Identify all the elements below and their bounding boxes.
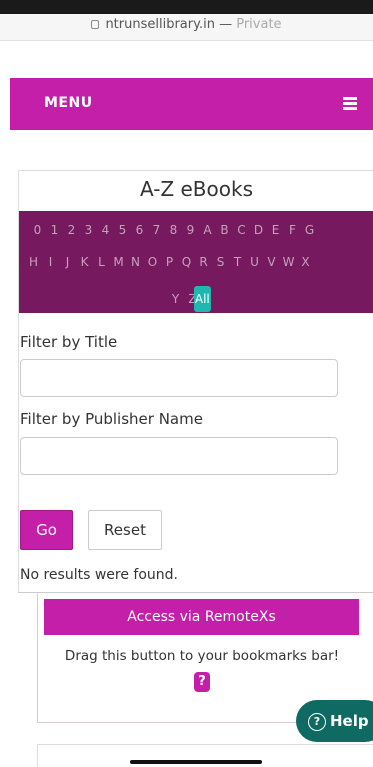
private-mode-label: Private [236, 17, 282, 32]
letter-link-3[interactable]: 3 [80, 223, 97, 237]
help-button[interactable]: ? Help [296, 700, 373, 742]
letter-link-r[interactable]: R [195, 255, 212, 269]
help-label: Help [330, 712, 369, 730]
letter-link-4[interactable]: 4 [97, 223, 114, 237]
no-results-message: No results were found. [20, 567, 178, 583]
letter-link-n[interactable]: N [127, 255, 144, 269]
device-status-bar [0, 0, 373, 14]
question-icon[interactable]: ? [194, 672, 210, 692]
letter-link-l[interactable]: L [93, 255, 110, 269]
alphabet-row-1: 0123456789ABCDEFG [29, 223, 318, 237]
letter-link-s[interactable]: S [212, 255, 229, 269]
letter-link-t[interactable]: T [229, 255, 246, 269]
letter-link-2[interactable]: 2 [63, 223, 80, 237]
letter-link-1[interactable]: 1 [46, 223, 63, 237]
url-domain: ntrunsellibrary.in [105, 17, 215, 32]
reset-button[interactable]: Reset [88, 510, 162, 550]
letter-link-b[interactable]: B [216, 223, 233, 237]
filter-title-label: Filter by Title [20, 333, 118, 351]
letter-link-5[interactable]: 5 [114, 223, 131, 237]
letter-link-9[interactable]: 9 [182, 223, 199, 237]
divider [0, 40, 373, 41]
lock-icon [91, 20, 100, 29]
letter-link-k[interactable]: K [76, 255, 93, 269]
letter-link-7[interactable]: 7 [148, 223, 165, 237]
panel-title: A-Z eBooks [139, 177, 254, 201]
letter-link-e[interactable]: E [267, 223, 284, 237]
letter-link-c[interactable]: C [233, 223, 250, 237]
go-button[interactable]: Go [20, 510, 73, 550]
help-circle-icon: ? [308, 713, 326, 731]
letter-link-p[interactable]: P [161, 255, 178, 269]
letter-link-f[interactable]: F [284, 223, 301, 237]
letter-link-d[interactable]: D [250, 223, 267, 237]
all-letters-button[interactable]: All [193, 286, 211, 312]
main-menu-bar: MENU [10, 78, 373, 130]
letter-link-8[interactable]: 8 [165, 223, 182, 237]
url-separator: — [219, 17, 233, 32]
letter-link-u[interactable]: U [246, 255, 263, 269]
letter-link-w[interactable]: W [280, 255, 297, 269]
letter-link-y[interactable]: Y [167, 292, 184, 306]
home-indicator[interactable] [130, 760, 262, 764]
letter-link-a[interactable]: A [199, 223, 216, 237]
filter-title-input[interactable] [20, 359, 338, 397]
letter-link-m[interactable]: M [110, 255, 127, 269]
bookmark-instruction: Drag this button to your bookmarks bar! [64, 648, 340, 664]
remotexs-access-button[interactable]: Access via RemoteXs [44, 599, 359, 635]
alphabet-row-2: HIJKLMNOPQRSTUVWX [25, 255, 314, 269]
alphabet-row-3-letters: YZ [167, 292, 197, 306]
letter-link-0[interactable]: 0 [29, 223, 46, 237]
letter-link-q[interactable]: Q [178, 255, 195, 269]
letter-link-j[interactable]: J [59, 255, 76, 269]
letter-link-g[interactable]: G [301, 223, 318, 237]
letter-link-x[interactable]: X [297, 255, 314, 269]
hamburger-menu-icon[interactable] [343, 97, 357, 110]
letter-link-i[interactable]: I [42, 255, 59, 269]
letter-link-6[interactable]: 6 [131, 223, 148, 237]
alphabet-filter: 0123456789ABCDEFG HIJKLMNOPQRSTUVWX YZ A… [19, 211, 373, 313]
menu-label[interactable]: MENU [44, 95, 93, 111]
alphabet-row-3: YZ All [167, 286, 211, 312]
letter-link-h[interactable]: H [25, 255, 42, 269]
letter-link-v[interactable]: V [263, 255, 280, 269]
browser-url-bar[interactable]: ntrunsellibrary.in — Private [0, 14, 373, 40]
filter-publisher-input[interactable] [20, 437, 338, 475]
filter-publisher-label: Filter by Publisher Name [20, 410, 203, 428]
letter-link-o[interactable]: O [144, 255, 161, 269]
